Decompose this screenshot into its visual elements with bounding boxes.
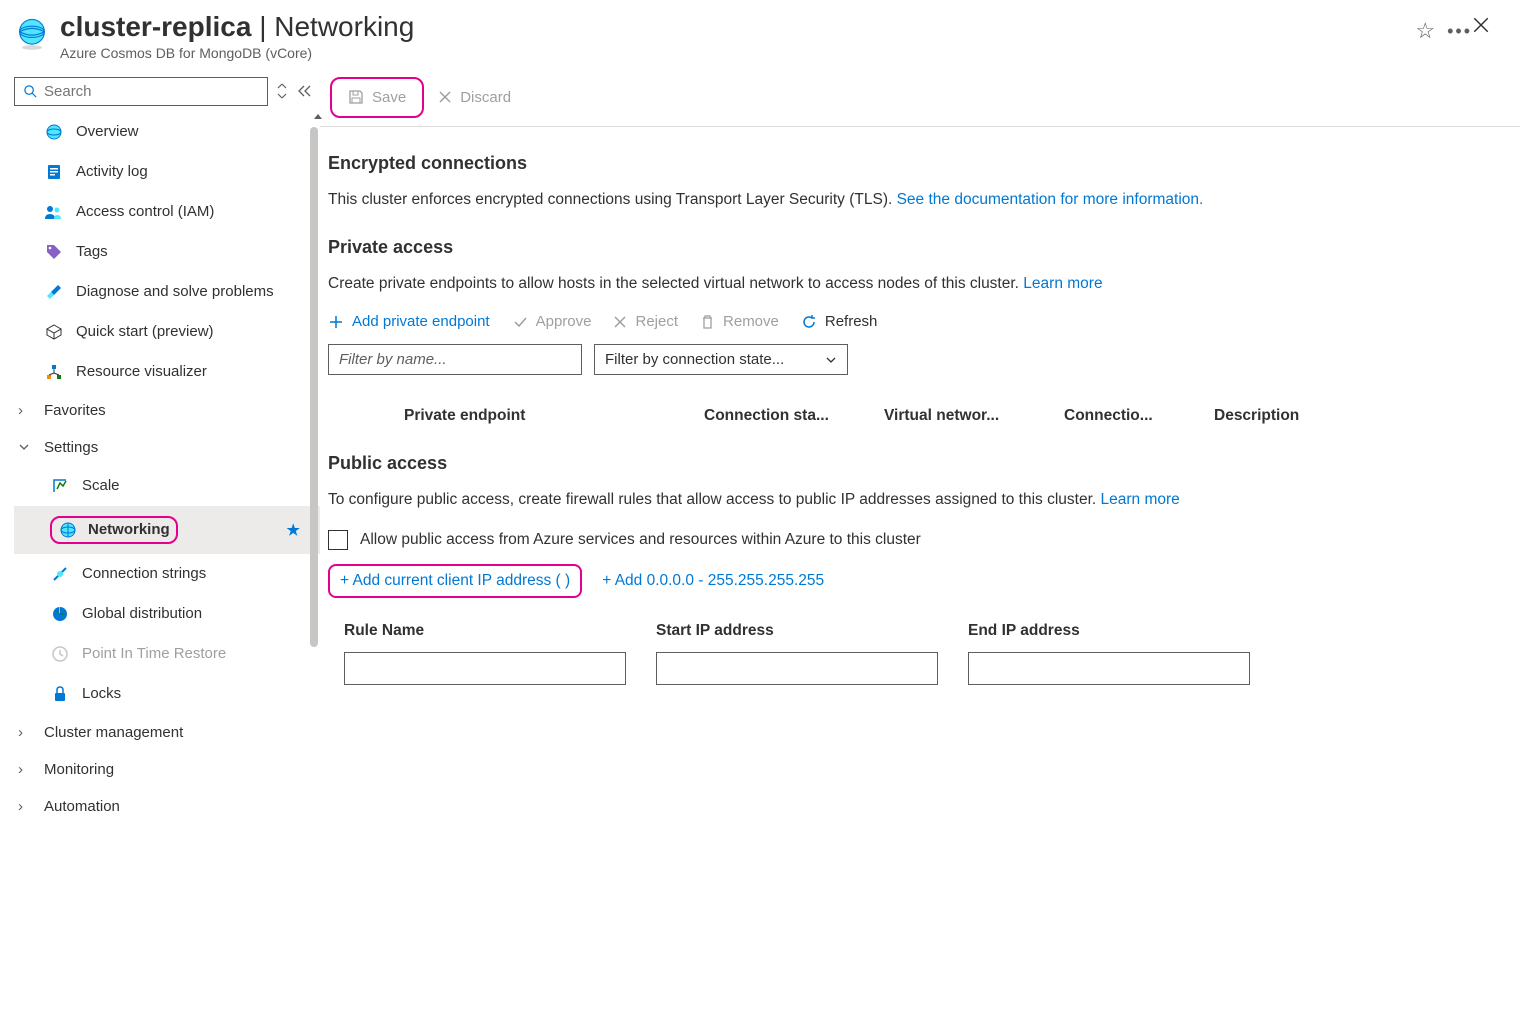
plug-icon: [50, 564, 70, 584]
more-icon[interactable]: •••: [1447, 21, 1472, 42]
collapse-sidebar-icon[interactable]: [296, 84, 312, 98]
scroll-thumb[interactable]: [310, 127, 318, 647]
sidebar-search[interactable]: [14, 77, 268, 106]
chevron-right-icon: ›: [18, 761, 32, 778]
sidebar-item-visualizer[interactable]: Resource visualizer: [14, 352, 320, 392]
add-all-ips-button[interactable]: + Add 0.0.0.0 - 255.255.255.255: [602, 572, 824, 590]
save-icon: [348, 89, 364, 105]
sidebar-item-diagnose[interactable]: Diagnose and solve problems: [14, 272, 320, 312]
sidebar-item-quickstart[interactable]: Quick start (preview): [14, 312, 320, 352]
tag-icon: [44, 242, 64, 262]
log-icon: [44, 162, 64, 182]
start-ip-input[interactable]: [656, 652, 938, 685]
sort-icon[interactable]: [276, 83, 288, 99]
col-connection: Connectio...: [1064, 407, 1174, 425]
trash-icon: [700, 314, 715, 330]
tls-doc-link[interactable]: See the documentation for more informati…: [897, 191, 1204, 208]
private-text: Create private endpoints to allow hosts …: [328, 272, 1484, 295]
allow-azure-label: Allow public access from Azure services …: [360, 531, 921, 549]
public-heading: Public access: [328, 453, 1484, 474]
firewall-rule-row: [328, 652, 1484, 685]
private-heading: Private access: [328, 237, 1484, 258]
allow-azure-checkbox[interactable]: [328, 530, 348, 550]
sidebar-item-scale[interactable]: Scale: [14, 466, 320, 506]
content-pane: Save Discard Encrypted connections This …: [320, 69, 1520, 1022]
chevron-down-icon: [825, 354, 837, 366]
reject-button: Reject: [613, 313, 678, 330]
col-rule-name: Rule Name: [344, 622, 626, 640]
sidebar: Overview Activity log Access control (IA…: [0, 69, 320, 1022]
resource-icon: [14, 16, 50, 52]
box-icon: [44, 322, 64, 342]
wrench-icon: [44, 282, 64, 302]
sidebar-group-settings[interactable]: Settings: [14, 429, 320, 466]
sidebar-nav: Overview Activity log Access control (IA…: [14, 112, 320, 825]
filter-name-input[interactable]: Filter by name...: [328, 344, 582, 375]
search-input[interactable]: [38, 83, 259, 100]
sidebar-item-overview[interactable]: Overview: [14, 112, 320, 152]
add-client-ip-button[interactable]: + Add current client IP address ( ): [328, 564, 582, 598]
sidebar-item-locks[interactable]: Locks: [14, 674, 320, 714]
globe-icon: [58, 520, 78, 540]
search-icon: [23, 84, 38, 99]
chevron-down-icon: [18, 441, 32, 453]
sidebar-group-cluster[interactable]: ›Cluster management: [14, 714, 320, 751]
filter-state-select[interactable]: Filter by connection state...: [594, 344, 848, 375]
page-subtitle: Azure Cosmos DB for MongoDB (vCore): [60, 45, 1401, 61]
page-header: cluster-replica | Networking Azure Cosmo…: [0, 0, 1520, 69]
close-icon: [613, 315, 627, 329]
sidebar-item-favorites[interactable]: ›Favorites: [14, 392, 320, 429]
discard-button[interactable]: Discard: [428, 83, 521, 112]
close-icon: [438, 90, 452, 104]
private-learn-more-link[interactable]: Learn more: [1023, 275, 1102, 292]
sidebar-item-tags[interactable]: Tags: [14, 232, 320, 272]
remove-button: Remove: [700, 313, 779, 330]
add-private-endpoint-button[interactable]: Add private endpoint: [328, 313, 490, 330]
sidebar-item-pitr: Point In Time Restore: [14, 634, 320, 674]
refresh-button[interactable]: Refresh: [801, 313, 878, 330]
check-icon: [512, 314, 528, 330]
sidebar-item-connection-strings[interactable]: Connection strings: [14, 554, 320, 594]
col-private-endpoint: Private endpoint: [404, 407, 664, 425]
toolbar: Save Discard: [320, 69, 1520, 127]
clock-icon: [50, 644, 70, 664]
chevron-right-icon: ›: [18, 724, 32, 741]
favorite-star-icon[interactable]: ☆: [1415, 18, 1435, 44]
people-icon: [44, 202, 64, 222]
col-start-ip: Start IP address: [656, 622, 938, 640]
refresh-icon: [801, 314, 817, 330]
scale-icon: [50, 476, 70, 496]
approve-button: Approve: [512, 313, 592, 330]
rule-name-input[interactable]: [344, 652, 626, 685]
private-command-bar: Add private endpoint Approve Reject Remo…: [328, 313, 1484, 330]
hierarchy-icon: [44, 362, 64, 382]
sidebar-group-monitoring[interactable]: ›Monitoring: [14, 751, 320, 788]
sidebar-item-activity[interactable]: Activity log: [14, 152, 320, 192]
chevron-right-icon: ›: [18, 798, 32, 815]
lock-icon: [50, 684, 70, 704]
save-button[interactable]: Save: [338, 83, 416, 112]
favorite-star-icon[interactable]: ★: [287, 521, 300, 539]
col-description: Description: [1214, 407, 1484, 425]
end-ip-input[interactable]: [968, 652, 1250, 685]
plus-icon: [328, 314, 344, 330]
globe-icon: [44, 122, 64, 142]
private-endpoint-table-header: Private endpoint Connection sta... Virtu…: [328, 397, 1484, 453]
page-title: cluster-replica | Networking: [60, 12, 1401, 43]
close-button[interactable]: [1472, 16, 1490, 34]
chevron-right-icon: ›: [18, 402, 32, 419]
col-end-ip: End IP address: [968, 622, 1250, 640]
earth-icon: [50, 604, 70, 624]
public-text: To configure public access, create firew…: [328, 488, 1484, 511]
firewall-table-header: Rule Name Start IP address End IP addres…: [328, 622, 1484, 640]
encrypted-text: This cluster enforces encrypted connecti…: [328, 188, 1484, 211]
public-learn-more-link[interactable]: Learn more: [1101, 491, 1180, 508]
sidebar-item-networking[interactable]: Networking ★: [14, 506, 320, 554]
sidebar-item-global[interactable]: Global distribution: [14, 594, 320, 634]
sidebar-group-automation[interactable]: ›Automation: [14, 788, 320, 825]
col-connection-status: Connection sta...: [704, 407, 844, 425]
col-virtual-network: Virtual networ...: [884, 407, 1024, 425]
sidebar-item-iam[interactable]: Access control (IAM): [14, 192, 320, 232]
encrypted-heading: Encrypted connections: [328, 153, 1484, 174]
